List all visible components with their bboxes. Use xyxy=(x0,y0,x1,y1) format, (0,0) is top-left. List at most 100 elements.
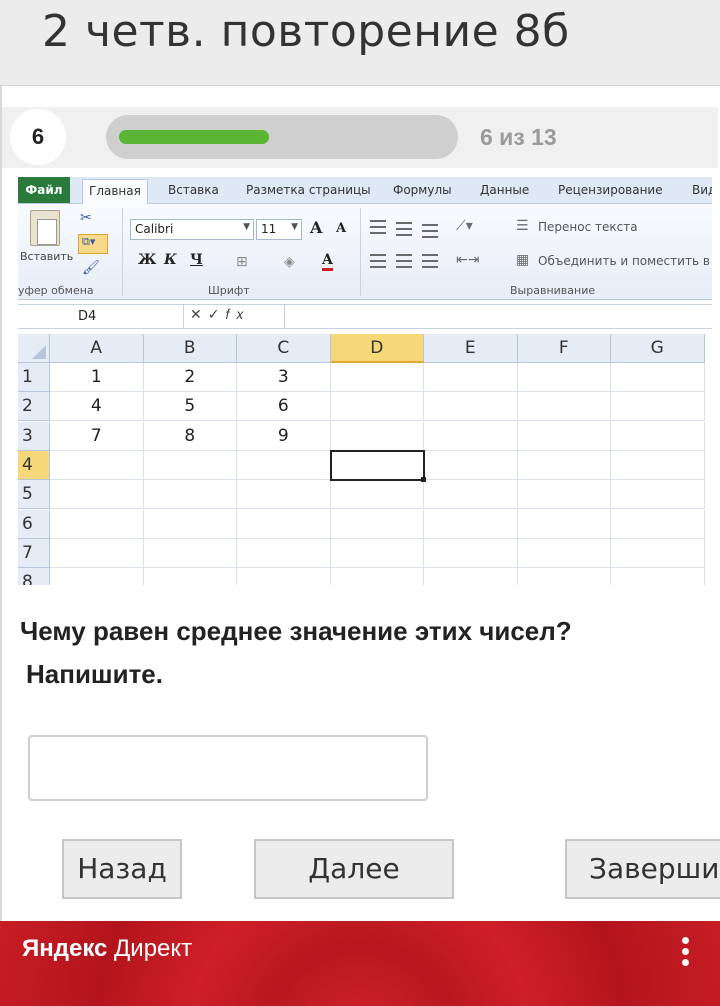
cell-c1: 3 xyxy=(237,363,331,392)
cut-icon: ✂ xyxy=(80,210,92,226)
cell-g8 xyxy=(611,568,705,585)
ad-brand: Яндекс Директ xyxy=(22,935,193,962)
cell-d2 xyxy=(330,392,424,422)
progress-counter: 6 из 13 xyxy=(480,124,557,150)
bold-button: Ж xyxy=(138,252,157,268)
column-header-b: B xyxy=(143,334,237,363)
cell-c6 xyxy=(237,509,331,539)
cell-f4 xyxy=(517,450,611,480)
tab-formulas: Формулы xyxy=(393,183,452,197)
cell-g1 xyxy=(611,363,705,392)
cell-g7 xyxy=(611,538,705,568)
row-header-8: 8 xyxy=(18,568,50,585)
question-text: Чему равен среднее значение этих чисел? … xyxy=(20,610,710,696)
ad-banner[interactable]: Яндекс Директ xyxy=(0,921,720,1006)
ribbon: Вставить ✂ ⧉▾ 🖌 уфер обмена Calibri ▼ 11 ▼… xyxy=(18,204,712,300)
cell-e2 xyxy=(424,392,518,422)
borders-icon: ⊞ xyxy=(236,254,248,270)
cell-c2: 6 xyxy=(237,392,331,422)
cell-f6 xyxy=(517,509,611,539)
cell-d8 xyxy=(331,568,424,585)
cell-a1: 1 xyxy=(50,363,144,392)
cell-d5 xyxy=(330,480,424,510)
font-name-box: Calibri ▼ xyxy=(130,219,254,240)
shrink-font-button: A xyxy=(336,221,347,236)
question-line-1: Чему равен среднее значение этих чисел? xyxy=(20,616,572,646)
more-menu-icon[interactable] xyxy=(682,937,694,970)
progress-bar xyxy=(106,115,458,159)
cell-a2: 4 xyxy=(50,392,144,422)
column-header-g: G xyxy=(611,334,705,363)
chevron-down-icon: ▼ xyxy=(291,222,298,232)
alignment-group-label: Выравнивание xyxy=(510,284,596,297)
cell-g2 xyxy=(611,392,705,422)
cell-c3: 9 xyxy=(237,421,331,451)
cell-f1 xyxy=(517,363,611,392)
cell-a8 xyxy=(50,568,144,585)
merge-icon: ▦ xyxy=(516,252,530,268)
cell-b5 xyxy=(143,480,237,510)
cell-a4 xyxy=(50,450,144,480)
cell-a6 xyxy=(50,509,144,539)
question-number-badge: 6 xyxy=(10,109,66,165)
cell-d6 xyxy=(330,509,424,539)
orientation-icon: ⟋▾ xyxy=(456,218,473,234)
cell-b4 xyxy=(143,450,237,480)
cell-f8 xyxy=(518,568,611,585)
cell-c5 xyxy=(237,480,331,510)
column-header-d: D xyxy=(330,334,424,363)
clipboard-group-label: уфер обмена xyxy=(18,284,94,297)
cell-g6 xyxy=(611,509,705,539)
ribbon-tabs: Файл Главная Вставка Разметка страницы Ф… xyxy=(18,177,712,205)
tab-data: Данные xyxy=(480,183,530,197)
ribbon-separator xyxy=(122,208,123,296)
cell-e8 xyxy=(424,568,518,585)
progress-bar-fill xyxy=(119,130,269,144)
cell-b3: 8 xyxy=(143,421,237,451)
cell-g4 xyxy=(611,450,705,480)
tab-file: Файл xyxy=(18,177,70,203)
column-header-c: C xyxy=(237,334,331,363)
cell-e6 xyxy=(424,509,518,539)
cell-e7 xyxy=(424,538,518,568)
grow-font-button: A xyxy=(310,218,323,237)
cell-b7 xyxy=(143,538,237,568)
back-button[interactable]: Назад xyxy=(62,839,182,899)
finish-button[interactable]: Завершить xyxy=(565,839,720,899)
name-box: D4 xyxy=(18,305,184,328)
fill-handle xyxy=(421,477,426,483)
font-size-box: 11 ▼ xyxy=(256,219,302,240)
cell-f2 xyxy=(517,392,611,422)
column-header-e: E xyxy=(424,334,518,363)
fill-color-icon: ◈ xyxy=(284,254,295,270)
cell-a3: 7 xyxy=(50,421,144,451)
cell-b6 xyxy=(143,509,237,539)
underline-button: Ч xyxy=(190,252,203,268)
cell-c4 xyxy=(237,450,331,480)
ribbon-separator xyxy=(360,208,361,296)
row-header-1: 1 xyxy=(18,363,50,392)
align-bottom-icon xyxy=(422,224,438,238)
cell-d3 xyxy=(330,421,424,451)
align-center-icon xyxy=(396,254,412,268)
cell-e5 xyxy=(424,480,518,510)
frame-border xyxy=(0,86,2,921)
cell-g5 xyxy=(611,480,705,510)
next-button[interactable]: Далее xyxy=(254,839,454,899)
select-all-corner xyxy=(18,334,50,363)
page-title: 2 четв. повторение 8б xyxy=(42,6,570,57)
question-line-2: Напишите. xyxy=(26,659,163,689)
answer-input[interactable] xyxy=(28,735,428,801)
format-painter-icon: 🖌 xyxy=(82,260,100,276)
tab-view: Вид xyxy=(692,183,712,197)
excel-screenshot: Файл Главная Вставка Разметка страницы Ф… xyxy=(18,177,712,585)
cell-c7 xyxy=(237,538,331,568)
cell-g3 xyxy=(611,421,705,451)
chevron-down-icon: ▼ xyxy=(243,222,250,232)
italic-button: К xyxy=(164,252,177,268)
tab-insert: Вставка xyxy=(168,183,219,197)
formula-divider xyxy=(284,305,285,328)
cell-f7 xyxy=(517,538,611,568)
cell-b2: 5 xyxy=(143,392,237,422)
column-header-f: F xyxy=(517,334,611,363)
